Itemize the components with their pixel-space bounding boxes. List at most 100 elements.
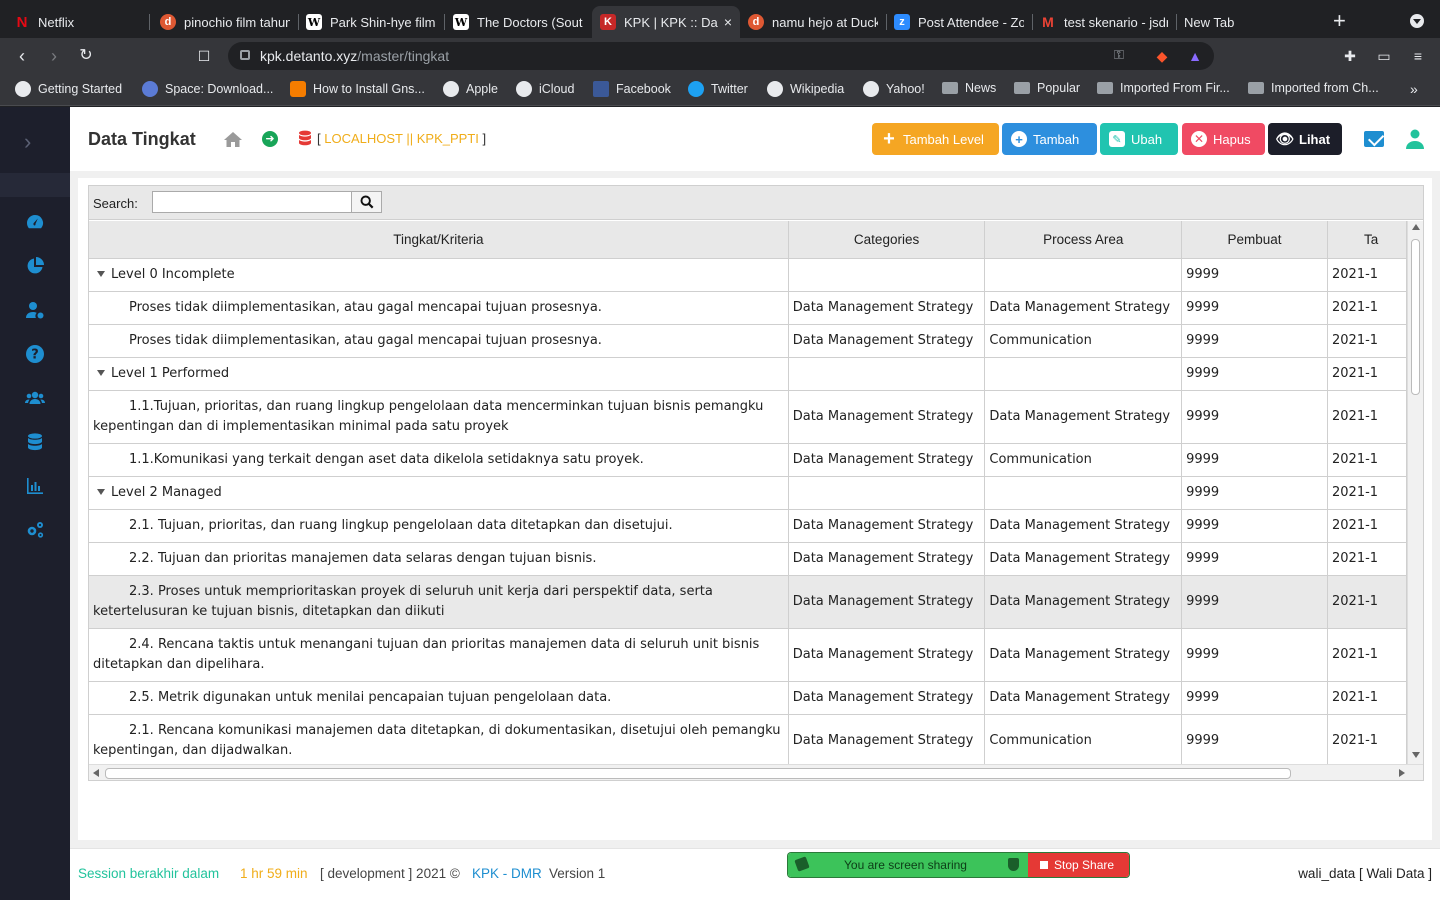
bookmark-folder[interactable]: Imported from Ch... bbox=[1248, 81, 1379, 95]
scrollbar-thumb[interactable] bbox=[105, 768, 1291, 779]
bookmark-icon[interactable]: ☐ bbox=[194, 46, 214, 66]
users-group-icon[interactable] bbox=[24, 387, 46, 409]
tab-search-icon[interactable] bbox=[1410, 14, 1424, 28]
table-row[interactable]: 1.1.Komunikasi yang terkait dengan aset … bbox=[89, 443, 1407, 477]
sidebar-toggle-icon[interactable]: › bbox=[24, 129, 31, 155]
bookmark-item[interactable]: Space: Download... bbox=[142, 81, 273, 97]
table-row[interactable]: 2.4. Rencana taktis untuk menangani tuju… bbox=[89, 628, 1407, 682]
bookmark-item[interactable]: Apple bbox=[443, 81, 498, 97]
table-row[interactable]: 2.2. Tujuan dan prioritas manajemen data… bbox=[89, 542, 1407, 576]
table-row[interactable]: 1.1.Tujuan, prioritas, dan ruang lingkup… bbox=[89, 390, 1407, 444]
home-icon[interactable] bbox=[224, 131, 242, 147]
bookmark-item[interactable]: iCloud bbox=[516, 81, 574, 97]
caret-down-icon[interactable] bbox=[97, 489, 105, 495]
bookmark-item[interactable]: Getting Started bbox=[15, 81, 122, 97]
user-profile-icon[interactable] bbox=[1406, 129, 1424, 149]
bookmark-folder[interactable]: Imported From Fir... bbox=[1097, 81, 1230, 95]
menu-icon[interactable]: ≡ bbox=[1409, 47, 1427, 65]
column-header-process-area[interactable]: Process Area bbox=[984, 221, 1183, 259]
key-icon[interactable]: ⚿ bbox=[1114, 47, 1124, 63]
brand-link[interactable]: KPK - DMR bbox=[472, 866, 542, 881]
current-user[interactable]: wali_data [ Wali Data ] bbox=[1298, 866, 1432, 881]
table-row[interactable]: 2.1. Rencana komunikasi manajemen data d… bbox=[89, 714, 1407, 764]
browser-tab[interactable]: d namu hejo at Duck bbox=[740, 6, 886, 38]
address-bar[interactable]: kpk.detanto.xyz/master/tingkat ⚿ bbox=[228, 42, 1214, 70]
screen-share-bar: You are screen sharing Stop Share bbox=[788, 853, 1129, 877]
stop-share-button[interactable]: Stop Share bbox=[1028, 853, 1129, 877]
table-row[interactable]: Proses tidak diimplementasikan, atau gag… bbox=[89, 324, 1407, 358]
scroll-right-icon[interactable] bbox=[1399, 769, 1405, 777]
browser-tab[interactable]: W Park Shin-hye filmo bbox=[298, 6, 444, 38]
search-button[interactable] bbox=[351, 191, 382, 213]
browser-tab[interactable]: N Netflix bbox=[6, 6, 146, 38]
page-footer: Session berakhir dalam 1 hr 59 min [ dev… bbox=[70, 848, 1440, 900]
reload-icon[interactable]: ↻ bbox=[76, 46, 96, 66]
url-text[interactable]: kpk.detanto.xyz/master/tingkat bbox=[260, 48, 449, 64]
cogs-icon[interactable] bbox=[24, 519, 46, 541]
arrow-right-icon[interactable]: ➜ bbox=[262, 131, 278, 147]
add-button[interactable]: + Tambah bbox=[1002, 123, 1097, 155]
wallet-icon[interactable]: ▭ bbox=[1375, 47, 1393, 65]
table-row[interactable]: Proses tidak diimplementasikan, atau gag… bbox=[89, 291, 1407, 325]
browser-tab[interactable]: M test skenario - jsdr bbox=[1032, 6, 1176, 38]
table-row-level[interactable]: Level 1 Performed 9999 2021-1 bbox=[89, 357, 1407, 391]
category-cell: Data Management Strategy bbox=[788, 324, 986, 358]
browser-tab[interactable]: New Tab bbox=[1176, 6, 1320, 38]
view-button[interactable]: 👁 Lihat bbox=[1268, 123, 1342, 155]
bookmark-item[interactable]: Wikipedia bbox=[767, 81, 844, 97]
close-icon[interactable]: × bbox=[718, 14, 732, 30]
scroll-down-icon[interactable] bbox=[1412, 752, 1420, 758]
help-icon[interactable]: ? bbox=[24, 343, 46, 365]
table-row-selected[interactable]: 2.3. Proses untuk memprioritaskan proyek… bbox=[89, 575, 1407, 629]
bookmark-item[interactable]: Twitter bbox=[688, 81, 748, 97]
database-icon[interactable] bbox=[24, 431, 46, 453]
forward-icon[interactable]: › bbox=[44, 46, 64, 66]
table-row-level[interactable]: Level 2 Managed 9999 2021-1 bbox=[89, 476, 1407, 510]
table-row[interactable]: 2.5. Metrik digunakan untuk menilai penc… bbox=[89, 681, 1407, 715]
dashboard-icon[interactable] bbox=[24, 211, 46, 233]
delete-button[interactable]: ✕ Hapus bbox=[1182, 123, 1265, 155]
column-header-date[interactable]: Ta bbox=[1327, 221, 1407, 259]
user-settings-icon[interactable] bbox=[24, 299, 46, 321]
mail-icon[interactable] bbox=[1364, 131, 1384, 147]
bookmark-folder[interactable]: News bbox=[942, 81, 996, 95]
plus-icon: + bbox=[883, 127, 895, 150]
brave-rewards-icon[interactable]: ▲ bbox=[1186, 47, 1204, 65]
bookmark-item[interactable]: How to Install Gns... bbox=[290, 81, 425, 97]
scroll-up-icon[interactable] bbox=[1412, 224, 1420, 230]
bookmark-item[interactable]: Yahoo! bbox=[863, 81, 925, 97]
browser-tab[interactable]: W The Doctors (South bbox=[445, 6, 591, 38]
brave-shield-icon[interactable]: ◆ bbox=[1153, 47, 1171, 65]
browser-tab[interactable]: d pinochio film tahun bbox=[152, 6, 298, 38]
search-input[interactable] bbox=[152, 191, 352, 213]
browser-tab-active[interactable]: K KPK | KPK :: Dat × bbox=[592, 6, 740, 38]
table-row[interactable]: 2.1. Tujuan, prioritas, dan ruang lingku… bbox=[89, 509, 1407, 543]
vertical-scrollbar[interactable] bbox=[1407, 221, 1423, 764]
bookmarks-more-icon[interactable]: » bbox=[1410, 81, 1418, 97]
back-icon[interactable]: ‹ bbox=[12, 46, 32, 66]
column-header-categories[interactable]: Categories bbox=[788, 221, 986, 259]
column-header-creator[interactable]: Pembuat bbox=[1181, 221, 1329, 259]
edit-icon: ✎ bbox=[1109, 131, 1125, 147]
extensions-icon[interactable]: ✚ bbox=[1341, 47, 1359, 65]
scrollbar-thumb[interactable] bbox=[1411, 239, 1420, 395]
tab-title: Park Shin-hye filmo bbox=[330, 14, 436, 30]
page-title: Data Tingkat bbox=[88, 129, 196, 149]
scroll-left-icon[interactable] bbox=[93, 769, 99, 777]
tab-title: test skenario - jsdr bbox=[1064, 14, 1168, 30]
column-header-criteria[interactable]: Tingkat/Kriteria bbox=[89, 221, 789, 259]
new-tab-button[interactable]: + bbox=[1333, 10, 1346, 32]
table-row-level[interactable]: Level 0 Incomplete 9999 2021-1 bbox=[89, 258, 1407, 292]
criteria-cell: 2.3. Proses untuk memprioritaskan proyek… bbox=[89, 575, 789, 629]
pie-chart-icon[interactable] bbox=[24, 255, 46, 277]
bookmark-folder[interactable]: Popular bbox=[1014, 81, 1080, 95]
caret-down-icon[interactable] bbox=[97, 370, 105, 376]
edit-button[interactable]: ✎ Ubah bbox=[1100, 123, 1178, 155]
browser-tab[interactable]: z Post Attendee - Zo bbox=[886, 6, 1032, 38]
bar-chart-icon[interactable] bbox=[24, 475, 46, 497]
horizontal-scrollbar[interactable] bbox=[89, 764, 1423, 780]
creator-cell: 9999 bbox=[1181, 714, 1329, 764]
caret-down-icon[interactable] bbox=[97, 271, 105, 277]
bookmark-item[interactable]: Facebook bbox=[593, 81, 671, 97]
add-level-button[interactable]: + Tambah Level bbox=[872, 123, 999, 155]
